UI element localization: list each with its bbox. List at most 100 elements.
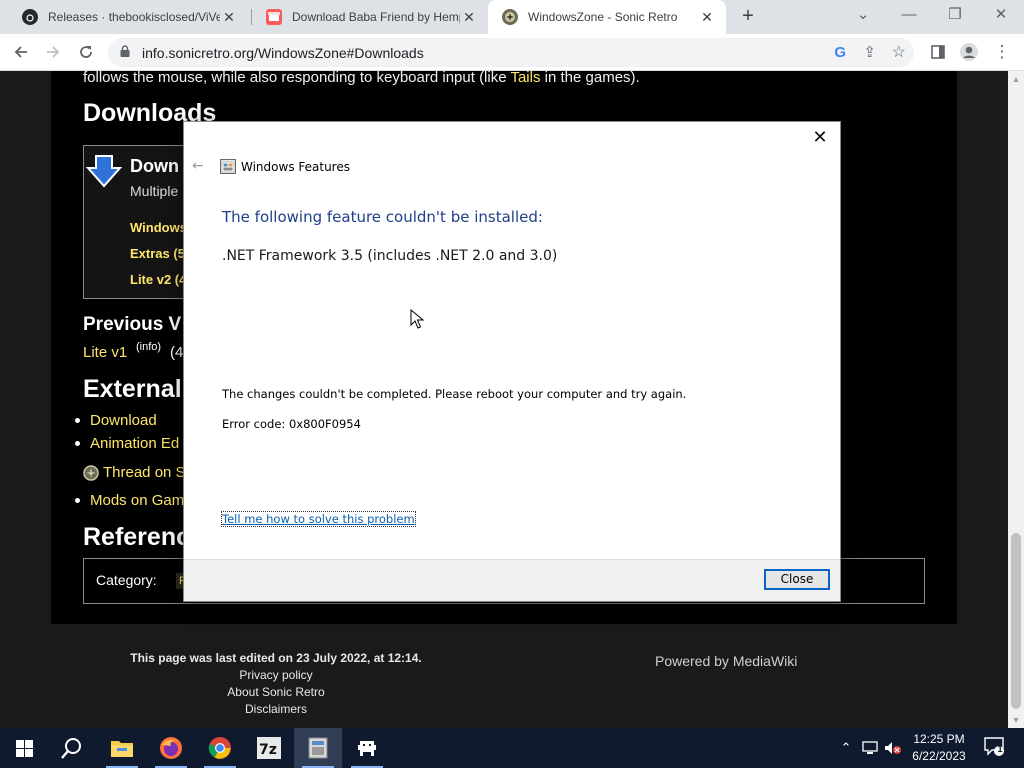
external-link-thread[interactable]: Thread on S [103, 464, 186, 481]
download-link-lite-v2[interactable]: Lite v2 (4 [130, 272, 186, 287]
powered-by-mediawiki[interactable]: Powered by MediaWiki [655, 653, 797, 669]
back-button[interactable] [8, 39, 34, 65]
about-link[interactable]: About Sonic Retro [110, 685, 442, 699]
firefox-icon [160, 737, 182, 759]
tails-link[interactable]: Tails [510, 71, 540, 86]
privacy-policy-link[interactable]: Privacy policy [110, 668, 442, 682]
url-text: info.sonicretro.org/WindowsZone#Download… [142, 45, 424, 61]
chrome-icon [208, 737, 231, 759]
tab-baba-friend[interactable]: Download Baba Friend by Hempuli ✕ [252, 0, 488, 34]
address-bar[interactable]: info.sonicretro.org/WindowsZone#Download… [108, 38, 914, 67]
scroll-up-arrow-icon[interactable]: ▲ [1008, 71, 1024, 87]
intro-text-b: in the games). [540, 71, 640, 86]
tab-search-icon[interactable]: ⌄ [840, 0, 886, 34]
game-icon [358, 741, 376, 756]
browser-toolbar: info.sonicretro.org/WindowsZone#Download… [0, 34, 1024, 71]
lite-v1-size: (4 [170, 344, 184, 361]
github-icon [22, 9, 38, 25]
profile-avatar[interactable] [956, 39, 982, 65]
chrome-menu-icon[interactable]: ⋮ [989, 39, 1015, 65]
close-tab-icon[interactable]: ✕ [698, 9, 716, 26]
category-label: Category: [96, 572, 157, 588]
itchio-icon [266, 9, 282, 25]
forward-button[interactable] [40, 39, 66, 65]
taskbar-chrome[interactable] [196, 728, 244, 768]
external-link-mods[interactable]: Mods on Gam [90, 492, 184, 509]
dialog-heading: The following feature couldn't be instal… [222, 208, 543, 226]
taskbar-windows-features[interactable] [294, 728, 342, 768]
restore-button[interactable]: ❐ [932, 0, 978, 34]
taskbar-firefox[interactable] [147, 728, 195, 768]
mouse-cursor-icon [410, 309, 424, 329]
taskbar-game[interactable] [343, 728, 391, 768]
close-tab-icon[interactable]: ✕ [220, 9, 238, 26]
download-box-title: Down [130, 156, 179, 176]
lock-icon[interactable] [120, 45, 130, 57]
previous-versions-heading: Previous V [83, 314, 182, 335]
file-explorer-icon [111, 741, 133, 757]
download-link-extras[interactable]: Extras (5 [130, 246, 185, 261]
page-scrollbar[interactable]: ▲ ▼ [1008, 71, 1024, 728]
tab-title: Download Baba Friend by Hempuli [292, 10, 460, 24]
external-link-download[interactable]: Download [90, 412, 157, 429]
taskbar-file-explorer[interactable] [98, 728, 146, 768]
tab-title: Releases · thebookisclosed/ViVe [48, 10, 220, 24]
bookmark-star-icon[interactable]: ☆ [892, 42, 906, 62]
tray-overflow-icon[interactable]: ⌃ [836, 728, 856, 768]
scroll-down-arrow-icon[interactable]: ▼ [1008, 712, 1024, 728]
reload-button[interactable] [73, 39, 99, 65]
last-edited-text: This page was last edited on 23 July 202… [130, 651, 422, 665]
lite-v1-link[interactable]: Lite v1 [83, 344, 127, 361]
network-icon[interactable] [860, 728, 880, 768]
external-link-animation-editor[interactable]: Animation Ed [90, 435, 179, 452]
feature-name: .NET Framework 3.5 (includes .NET 2.0 an… [222, 248, 558, 264]
info-link[interactable]: (info) [136, 341, 161, 353]
taskbar-7zip[interactable]: 7z [245, 728, 293, 768]
list-bullet [75, 418, 80, 423]
dialog-footer [184, 559, 840, 601]
external-links-heading: External [83, 375, 182, 403]
minimize-button[interactable]: — [886, 0, 932, 34]
list-bullet [75, 441, 80, 446]
forum-thread-icon [83, 465, 99, 481]
search-icon [61, 738, 81, 759]
tab-releases[interactable]: Releases · thebookisclosed/ViVe ✕ [8, 0, 248, 34]
action-center-button[interactable]: 1 [984, 736, 1004, 758]
share-icon[interactable]: ⇪ [863, 43, 876, 61]
error-message: The changes couldn't be completed. Pleas… [222, 387, 687, 401]
dialog-title: Windows Features [241, 160, 350, 174]
taskbar-clock[interactable]: 12:25 PM 6/22/2023 [900, 731, 978, 765]
dialog-close-icon[interactable]: ✕ [806, 126, 834, 150]
svg-text:7z: 7z [259, 742, 277, 758]
download-arrow-icon [86, 155, 122, 188]
references-heading: Referenc [83, 523, 190, 551]
clock-time: 12:25 PM [913, 732, 965, 746]
close-tab-icon[interactable]: ✕ [460, 9, 478, 26]
close-button[interactable]: Close [764, 569, 830, 590]
window-close-button[interactable]: ✕ [978, 0, 1024, 34]
new-tab-button[interactable]: + [736, 5, 760, 29]
disclaimers-link[interactable]: Disclaimers [110, 702, 442, 716]
windows-features-dialog: ✕ ← Windows Features The following featu… [183, 121, 841, 602]
scrollbar-thumb[interactable] [1011, 533, 1021, 709]
tab-windowszone[interactable]: WindowsZone - Sonic Retro ✕ [488, 0, 726, 34]
side-panel-icon[interactable] [925, 39, 951, 65]
taskbar-search-button[interactable] [48, 728, 96, 768]
start-icon [15, 739, 33, 757]
help-link[interactable]: Tell me how to solve this problem [221, 511, 416, 527]
intro-text: follows the mouse, while also responding… [83, 71, 640, 86]
start-button[interactable] [0, 728, 48, 768]
sonic-retro-icon [502, 9, 518, 25]
download-link-windows[interactable]: Windows [130, 220, 187, 235]
windows-taskbar: 7z ⌃ 12:25 PM 6/22/2023 1 [0, 728, 1024, 768]
back-arrow-icon[interactable]: ← [192, 158, 204, 174]
google-icon[interactable]: G [834, 44, 846, 61]
intro-text-a: follows the mouse, while also responding… [83, 71, 511, 86]
browser-tab-strip: Releases · thebookisclosed/ViVe ✕ Downlo… [0, 0, 1024, 34]
list-bullet [75, 498, 80, 503]
windows-features-icon [220, 159, 236, 174]
download-box-subtitle: Multiple [130, 183, 179, 199]
windows-features-icon [308, 737, 328, 759]
clock-date: 6/22/2023 [912, 749, 966, 763]
tab-title: WindowsZone - Sonic Retro [528, 10, 678, 24]
